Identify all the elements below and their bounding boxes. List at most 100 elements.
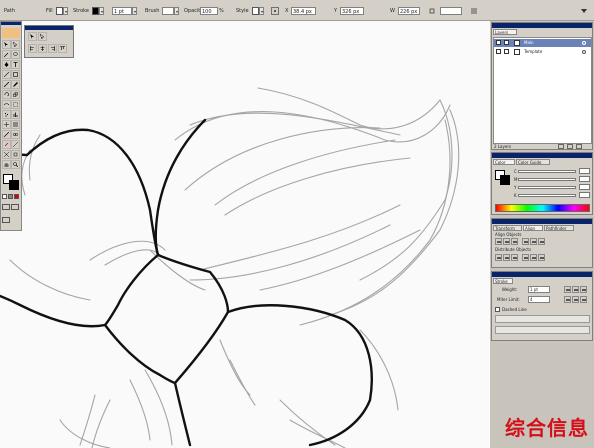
panel-menu-icon[interactable]	[580, 7, 588, 16]
layer-row-template[interactable]: Template	[494, 48, 591, 56]
eyedropper-tool-icon[interactable]	[2, 130, 11, 139]
dashed-line-checkbox[interactable]	[495, 307, 500, 312]
w-field[interactable]: 226 px	[398, 7, 420, 15]
rectangle-tool-icon[interactable]	[11, 70, 20, 79]
color-spectrum-bar[interactable]	[495, 204, 590, 212]
layer-name[interactable]: Main	[524, 40, 534, 45]
distribute-right-icon[interactable]	[538, 254, 545, 261]
fill-swatch[interactable]	[56, 7, 63, 15]
toolbox-title-bar[interactable]	[1, 22, 21, 25]
target-icon[interactable]	[582, 41, 586, 45]
rotate-tool-icon[interactable]	[2, 90, 11, 99]
color-stroke-swatch[interactable]	[500, 175, 510, 185]
tab-color[interactable]: Color	[493, 159, 515, 165]
group-selection-tool-icon[interactable]	[38, 32, 47, 41]
live-paint-tool-icon[interactable]	[2, 140, 11, 149]
cyan-slider[interactable]	[518, 170, 576, 173]
selection-tool-icon[interactable]	[28, 32, 37, 41]
magenta-field[interactable]	[579, 176, 590, 182]
magenta-slider[interactable]	[518, 178, 576, 181]
style-swatch[interactable]	[252, 7, 259, 15]
stroke-dropdown-icon[interactable]	[99, 7, 104, 15]
pencil-tool-icon[interactable]	[11, 80, 20, 89]
tab-align[interactable]: Align	[523, 225, 543, 231]
distribute-bottom-icon[interactable]	[511, 254, 518, 261]
yellow-slider[interactable]	[518, 186, 576, 189]
dash-fields[interactable]	[495, 315, 590, 323]
miter-join-icon[interactable]	[564, 296, 571, 303]
round-join-icon[interactable]	[572, 296, 579, 303]
transform-reference-icon[interactable]	[271, 7, 279, 16]
gradient-mode-icon[interactable]	[8, 194, 13, 199]
butt-cap-icon[interactable]	[564, 286, 571, 293]
align-left-icon[interactable]	[28, 44, 37, 53]
stroke-swatch[interactable]	[92, 7, 99, 15]
black-slider[interactable]	[518, 194, 576, 197]
draw-behind-icon[interactable]	[11, 204, 19, 210]
brush-dropdown-icon[interactable]	[174, 7, 179, 15]
gradient-tool-icon[interactable]	[11, 120, 20, 129]
new-layer-icon[interactable]	[567, 144, 573, 149]
stroke-panel-title-bar[interactable]	[492, 272, 592, 277]
target-icon[interactable]	[582, 50, 586, 54]
align-top-icon[interactable]	[58, 44, 67, 53]
color-panel-title-bar[interactable]	[492, 153, 592, 158]
symbol-sprayer-tool-icon[interactable]	[2, 110, 11, 119]
trash-icon[interactable]	[576, 144, 582, 149]
tab-color-guide[interactable]: Color Guide	[516, 159, 550, 165]
flyout-title-bar[interactable]	[25, 26, 73, 30]
opacity-field[interactable]: 100	[200, 7, 218, 15]
align-h-center-icon[interactable]	[503, 238, 510, 245]
align-panel-title-bar[interactable]	[492, 219, 592, 224]
distribute-h-center-icon[interactable]	[530, 254, 537, 261]
tab-transform[interactable]: Transform	[493, 225, 522, 231]
lasso-tool-icon[interactable]	[11, 50, 20, 59]
gap-fields[interactable]	[495, 326, 590, 334]
brush-field[interactable]	[162, 7, 174, 15]
stroke-weight-field[interactable]: 1 pt	[112, 7, 132, 15]
screen-mode-icon[interactable]	[2, 217, 10, 223]
align-top-icon[interactable]	[522, 238, 529, 245]
tab-pathfinder[interactable]: Pathfinder	[544, 225, 574, 231]
align-center-icon[interactable]	[38, 44, 47, 53]
scale-tool-icon[interactable]	[11, 90, 20, 99]
tab-stroke[interactable]: Stroke	[493, 278, 513, 284]
constrain-icon[interactable]	[428, 7, 436, 16]
fill-dropdown-icon[interactable]	[63, 7, 68, 15]
color-mode-icon[interactable]	[2, 194, 7, 199]
layer-row-main[interactable]: Main	[494, 39, 591, 47]
stroke-weight-dropdown-icon[interactable]	[132, 7, 137, 15]
eye-icon[interactable]	[496, 49, 501, 54]
align-right-icon[interactable]	[48, 44, 57, 53]
stroke-color-swatch[interactable]	[9, 180, 19, 190]
lock-icon[interactable]	[504, 40, 509, 45]
weight-field[interactable]: 1 pt	[528, 286, 550, 293]
artboard-canvas[interactable]	[0, 21, 490, 448]
eye-icon[interactable]	[496, 40, 501, 45]
distribute-v-center-icon[interactable]	[503, 254, 510, 261]
mesh-tool-icon[interactable]	[2, 120, 11, 129]
new-sublayer-icon[interactable]	[558, 144, 564, 149]
scissors-tool-icon[interactable]	[2, 150, 11, 159]
draw-normal-icon[interactable]	[2, 204, 10, 210]
selection-tool-icon[interactable]	[2, 40, 11, 49]
graph-tool-icon[interactable]	[11, 110, 20, 119]
lock-icon[interactable]	[504, 49, 509, 54]
miter-limit-field[interactable]: 4	[528, 296, 550, 303]
align-right-icon[interactable]	[511, 238, 518, 245]
align-left-icon[interactable]	[495, 238, 502, 245]
hand-tool-icon[interactable]	[2, 160, 11, 169]
warp-tool-icon[interactable]	[2, 100, 11, 109]
type-tool-icon[interactable]	[11, 60, 20, 69]
black-field[interactable]	[579, 192, 590, 198]
options-icon[interactable]	[470, 7, 478, 16]
layers-panel-title-bar[interactable]	[492, 23, 592, 28]
align-v-center-icon[interactable]	[530, 238, 537, 245]
paintbrush-tool-icon[interactable]	[2, 80, 11, 89]
h-field[interactable]	[440, 7, 462, 15]
yellow-field[interactable]	[579, 184, 590, 190]
cyan-field[interactable]	[579, 168, 590, 174]
pen-tool-icon[interactable]	[2, 60, 11, 69]
zoom-tool-icon[interactable]	[11, 160, 20, 169]
slice-tool-icon[interactable]	[11, 140, 20, 149]
